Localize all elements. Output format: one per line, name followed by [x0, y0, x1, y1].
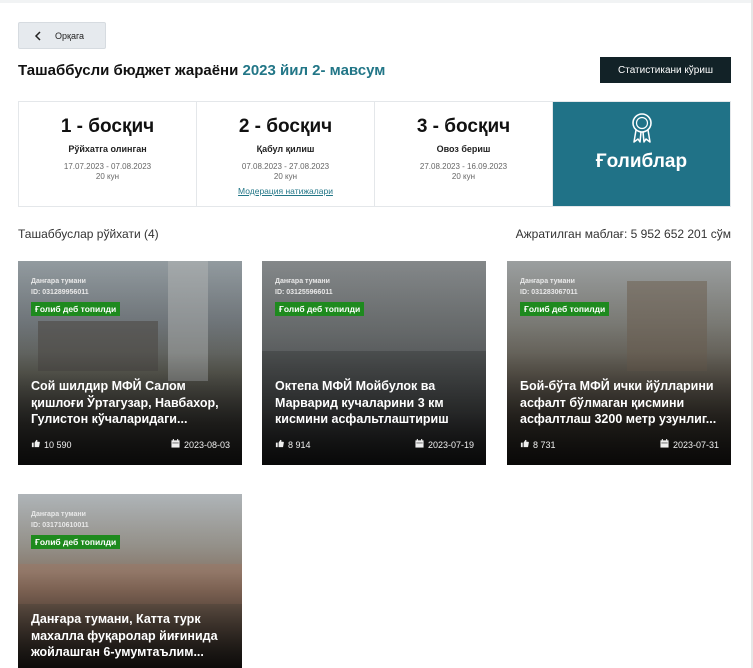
card-title: Бой-бўта МФЙ ички йўлларини асфалт бўлма…: [520, 379, 717, 426]
votes-count: 10 590: [44, 439, 72, 450]
card-district: Данғара тумани: [275, 278, 330, 285]
card-votes: 10 590: [31, 439, 72, 450]
card-id: ID: 031255966011: [275, 289, 333, 296]
stage-dates: 27.08.2023 - 16.09.2023: [419, 162, 508, 171]
winners-label: Ғолиблар: [595, 151, 688, 172]
back-button-label: Орқага: [55, 30, 85, 41]
initiative-card[interactable]: Данғара тумани ID: 031255966011 Ғолиб де…: [262, 261, 486, 465]
card-district: Данғара тумани: [31, 511, 86, 518]
winners-tile[interactable]: Ғолиблар: [553, 102, 730, 206]
allocated-budget: Ажратилган маблағ: 5 952 652 201 сўм: [515, 227, 731, 241]
card-date: 2023-08-03: [171, 439, 230, 450]
thumbs-up-icon: [31, 439, 40, 450]
calendar-icon: [171, 439, 180, 450]
card-district: Данғара тумани: [520, 278, 575, 285]
stage-3: 3 - босқич Овоз бериш 27.08.2023 - 16.09…: [375, 102, 553, 206]
stage-name: Овоз бериш: [436, 144, 491, 154]
stage-days: 20 кун: [273, 172, 298, 181]
card-meta: Данғара тумани ID: 031289956011: [31, 276, 89, 298]
votes-count: 8 731: [533, 439, 556, 450]
winner-badge: Ғолиб деб топилди: [520, 302, 610, 316]
winner-badge: Ғолиб деб топилди: [31, 535, 121, 549]
card-title: Сой шилдир МФЙ Салом қишлоғи Ўртагузар, …: [31, 379, 219, 426]
stage-name: Рўйхатга олинган: [68, 144, 147, 154]
stage-2: 2 - босқич Қабул қилиш 07.08.2023 - 27.0…: [197, 102, 375, 206]
date-value: 2023-08-03: [183, 439, 230, 450]
page-title-text: Ташаббусли бюджет жараёни: [18, 62, 239, 79]
votes-count: 8 914: [288, 439, 311, 450]
stages-panel: 1 - босқич Рўйхатга олинган 17.07.2023 -…: [18, 101, 731, 207]
calendar-icon: [415, 439, 424, 450]
card-id: ID: 031289956011: [31, 289, 89, 296]
card-votes: 8 914: [275, 439, 311, 450]
card-votes: 8 731: [520, 439, 556, 450]
card-id: ID: 031283067011: [520, 289, 578, 296]
date-value: 2023-07-19: [427, 439, 474, 450]
initiatives-list-title: Ташаббуслар рўйхати (4): [18, 227, 159, 241]
calendar-icon: [660, 439, 669, 450]
date-value: 2023-07-31: [672, 439, 719, 450]
stage-days: 20 кун: [451, 172, 476, 181]
stage-1: 1 - босқич Рўйхатга олинган 17.07.2023 -…: [19, 102, 197, 206]
chevron-left-icon: [32, 30, 44, 42]
award-medal-icon: [629, 112, 655, 149]
stage-name: Қабул қилиш: [256, 144, 315, 154]
card-meta: Данғара тумани ID: 031710610011: [31, 509, 89, 531]
moderation-results-link[interactable]: Модерация натижалари: [238, 186, 333, 196]
card-date: 2023-07-19: [415, 439, 474, 450]
card-date: 2023-07-31: [660, 439, 719, 450]
stage-number: 2 - босқич: [238, 116, 333, 137]
initiative-card[interactable]: Данғара тумани ID: 031289956011 Ғолиб де…: [18, 261, 242, 465]
initiative-card[interactable]: Данғара тумани ID: 031710610011 Ғолиб де…: [18, 494, 242, 668]
card-title: Октепа МФЙ Мойбулок ва Марварид кучалари…: [275, 379, 449, 426]
winner-badge: Ғолиб деб топилди: [31, 302, 121, 316]
initiative-card[interactable]: Данғара тумани ID: 031283067011 Ғолиб де…: [507, 261, 731, 465]
view-statistics-button[interactable]: Статистикани кўриш: [600, 57, 731, 83]
top-border: [0, 0, 753, 3]
back-button[interactable]: Орқага: [18, 22, 106, 49]
card-title: Данғара тумани, Катта турк махалла фуқар…: [31, 612, 218, 659]
season-label: 2023 йил 2- мавсум: [242, 62, 386, 79]
winner-badge: Ғолиб деб топилди: [275, 302, 365, 316]
thumbs-up-icon: [520, 439, 529, 450]
card-id: ID: 031710610011: [31, 522, 89, 529]
thumbs-up-icon: [275, 439, 284, 450]
stage-number: 1 - босқич: [60, 116, 155, 137]
stage-number: 3 - босқич: [416, 116, 511, 137]
stage-dates: 07.08.2023 - 27.08.2023: [241, 162, 330, 171]
card-district: Данғара тумани: [31, 278, 86, 285]
page-title: Ташаббусли бюджет жараёни 2023 йил 2- ма…: [18, 62, 385, 79]
stage-dates: 17.07.2023 - 07.08.2023: [63, 162, 152, 171]
stage-days: 20 кун: [95, 172, 120, 181]
card-meta: Данғара тумани ID: 031255966011: [275, 276, 333, 298]
card-meta: Данғара тумани ID: 031283067011: [520, 276, 578, 298]
